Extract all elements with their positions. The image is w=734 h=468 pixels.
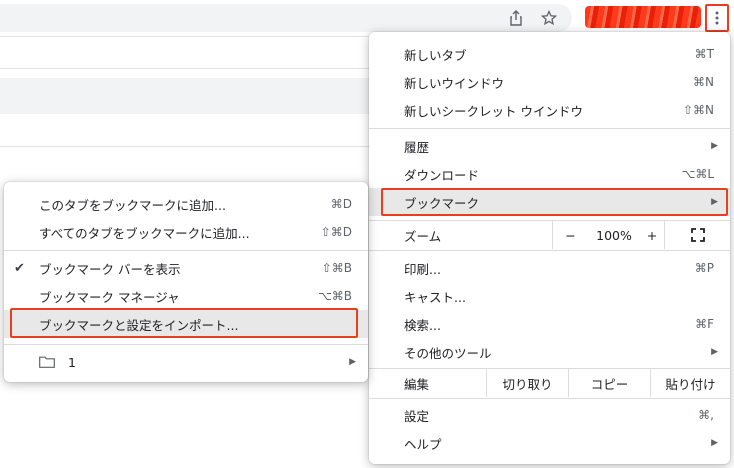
page-content-bar <box>0 78 370 114</box>
star-icon[interactable] <box>539 8 559 28</box>
submenu-arrow-icon: ▶ <box>711 141 718 151</box>
menu-label: ブックマーク バーを表示 <box>39 261 181 277</box>
menu-item-new-tab[interactable]: 新しいタブ ⌘T <box>369 40 730 68</box>
menu-label: 新しいシークレット ウインドウ <box>404 103 583 119</box>
menu-label: このタブをブックマークに追加... <box>39 197 226 213</box>
menu-item-settings[interactable]: 設定 ⌘, <box>369 401 730 429</box>
menu-label: 編集 <box>404 376 430 392</box>
checkmark-icon: ✔ <box>14 260 25 276</box>
more-vert-icon[interactable] <box>705 4 729 32</box>
menu-item-help[interactable]: ヘルプ ▶ <box>369 429 730 457</box>
menu-item-show-bookmark-bar[interactable]: ✔ ブックマーク バーを表示 ⇧⌘B <box>4 254 368 282</box>
bookmarks-submenu: このタブをブックマークに追加... ⌘D すべてのタブをブックマークに追加...… <box>4 182 368 382</box>
menu-separator <box>4 344 368 345</box>
menu-item-new-window[interactable]: 新しいウインドウ ⌘N <box>369 68 730 96</box>
menu-separator <box>369 250 730 251</box>
menu-row-edit: 編集 切り取り コピー 貼り付け <box>369 369 730 397</box>
menu-label: ダウンロード <box>404 167 480 183</box>
share-icon[interactable] <box>506 8 526 28</box>
menu-item-cast[interactable]: キャスト... <box>369 282 730 310</box>
fullscreen-icon <box>690 228 705 242</box>
menu-item-import-bookmarks[interactable]: ブックマークと設定をインポート... <box>4 310 368 338</box>
menu-item-bookmarks[interactable]: ブックマーク ▶ <box>369 188 730 216</box>
folder-icon <box>39 356 55 368</box>
paste-label: 貼り付け <box>665 376 716 392</box>
zoom-out-button[interactable]: − <box>552 221 588 249</box>
menu-label: ズーム <box>404 228 442 244</box>
zoom-level: 100% <box>588 221 640 249</box>
shortcut: ⌘N <box>693 75 714 89</box>
menu-item-bookmark-this-tab[interactable]: このタブをブックマークに追加... ⌘D <box>4 190 368 218</box>
menu-label: ブックマーク <box>404 195 480 211</box>
menu-separator <box>4 250 368 251</box>
menu-label: ヘルプ <box>404 436 442 452</box>
paste-button[interactable]: 貼り付け <box>650 369 730 397</box>
page-divider <box>0 146 370 147</box>
menu-item-bookmark-folder[interactable]: 1 ▶ <box>4 348 368 376</box>
page-divider <box>0 68 370 69</box>
menu-item-more-tools[interactable]: その他のツール ▶ <box>369 338 730 366</box>
submenu-arrow-icon: ▶ <box>711 347 718 357</box>
submenu-arrow-icon: ▶ <box>711 197 718 207</box>
shortcut: ⌥⌘L <box>681 167 714 181</box>
menu-item-history[interactable]: 履歴 ▶ <box>369 132 730 160</box>
shortcut: ⌘D <box>330 197 352 211</box>
menu-item-find[interactable]: 検索... ⌘F <box>369 310 730 338</box>
menu-separator <box>369 398 730 399</box>
shortcut: ⇧⌘B <box>321 261 352 275</box>
copy-button[interactable]: コピー <box>568 369 650 397</box>
chrome-main-menu: 新しいタブ ⌘T 新しいウインドウ ⌘N 新しいシークレット ウインドウ ⇧⌘N… <box>369 32 730 464</box>
shortcut: ⇧⌘N <box>682 103 714 117</box>
menu-item-bookmark-all-tabs[interactable]: すべてのタブをブックマークに追加... ⇧⌘D <box>4 218 368 246</box>
shortcut: ⌘, <box>698 408 714 422</box>
menu-label: 履歴 <box>404 139 430 155</box>
zoom-value: 100% <box>596 227 632 243</box>
copy-label: コピー <box>590 376 629 392</box>
browser-toolbar <box>0 0 734 36</box>
shortcut: ⌘F <box>695 317 714 331</box>
address-bar[interactable] <box>0 4 572 32</box>
shortcut: ⌥⌘B <box>317 289 352 303</box>
page-divider <box>0 36 370 37</box>
menu-label: 検索... <box>404 317 441 333</box>
menu-item-downloads[interactable]: ダウンロード ⌥⌘L <box>369 160 730 188</box>
menu-row-zoom: ズーム − 100% + <box>369 221 730 249</box>
zoom-in-button[interactable]: + <box>640 221 664 249</box>
cut-button[interactable]: 切り取り <box>486 369 568 397</box>
menu-item-new-incognito[interactable]: 新しいシークレット ウインドウ ⇧⌘N <box>369 96 730 124</box>
profile-avatar[interactable] <box>585 6 701 28</box>
submenu-arrow-icon: ▶ <box>349 357 356 367</box>
menu-label: 新しいタブ <box>404 47 467 63</box>
menu-label: すべてのタブをブックマークに追加... <box>39 225 250 241</box>
fullscreen-button[interactable] <box>664 221 730 249</box>
cut-label: 切り取り <box>502 376 553 392</box>
menu-label: 新しいウインドウ <box>404 75 505 91</box>
submenu-arrow-icon: ▶ <box>711 438 718 448</box>
menu-label: その他のツール <box>404 345 492 361</box>
zoom-out-label: − <box>565 227 576 243</box>
menu-item-print[interactable]: 印刷... ⌘P <box>369 254 730 282</box>
zoom-in-label: + <box>646 227 658 243</box>
menu-label: ブックマーク マネージャ <box>39 289 180 305</box>
menu-label: 1 <box>68 354 76 370</box>
menu-label: キャスト... <box>404 289 466 305</box>
menu-label: ブックマークと設定をインポート... <box>39 317 239 333</box>
shortcut: ⌘P <box>694 261 714 275</box>
menu-label: 設定 <box>404 408 430 424</box>
menu-separator <box>369 128 730 129</box>
menu-label: 印刷... <box>404 261 441 277</box>
shortcut: ⇧⌘D <box>320 225 352 239</box>
shortcut: ⌘T <box>694 47 714 61</box>
menu-item-bookmark-manager[interactable]: ブックマーク マネージャ ⌥⌘B <box>4 282 368 310</box>
